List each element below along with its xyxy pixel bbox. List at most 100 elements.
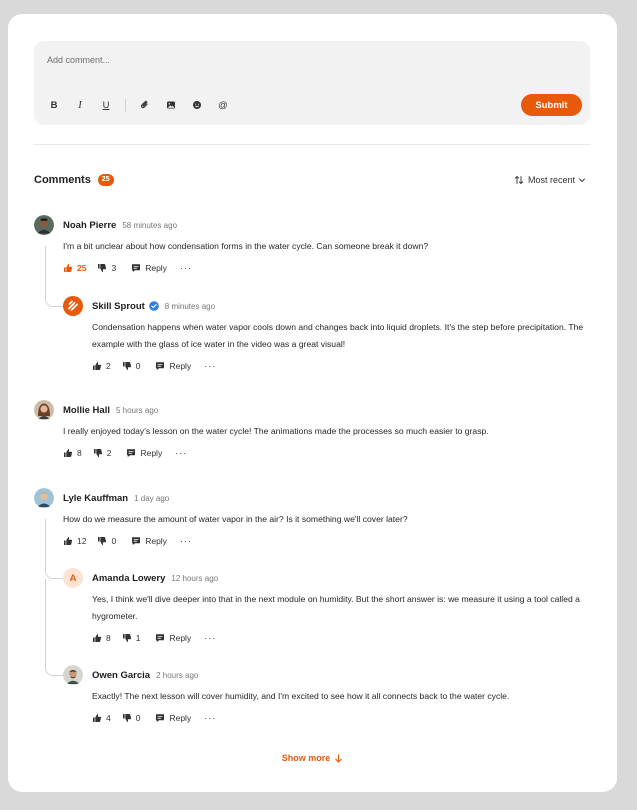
thumbs-up-icon <box>93 362 102 370</box>
dislike-count: 0 <box>111 536 117 546</box>
image-icon[interactable] <box>164 98 178 112</box>
timestamp: 12 hours ago <box>171 573 219 583</box>
arrow-down-icon <box>335 753 342 763</box>
comment-actions: 8 1 Reply ··· <box>92 632 593 644</box>
reply-button[interactable]: Reply <box>155 713 191 723</box>
comments-title: Comments <box>34 174 91 186</box>
timestamp: 5 hours ago <box>115 405 159 415</box>
comment-text: Exactly! The next lesson will cover humi… <box>92 691 510 701</box>
more-options-button[interactable]: ··· <box>204 713 216 723</box>
avatar <box>63 665 83 685</box>
emoji-icon[interactable] <box>190 98 204 112</box>
reply-label: Reply <box>145 263 167 273</box>
comment-icon <box>132 264 141 272</box>
dislike-count: 2 <box>106 448 112 458</box>
chevron-down-icon <box>579 178 585 183</box>
more-options-button[interactable]: ··· <box>204 361 216 371</box>
reply-button[interactable]: Reply <box>131 536 167 546</box>
thumbs-down-icon <box>122 714 131 722</box>
comment-icon <box>127 449 136 457</box>
reply-label: Reply <box>140 448 163 458</box>
reply-button[interactable]: Reply <box>155 633 191 643</box>
comment-actions: 25 3 Reply ··· <box>63 262 590 274</box>
comment-icon <box>156 714 165 722</box>
comment-icon <box>132 537 141 545</box>
more-options-button[interactable]: ··· <box>180 263 192 273</box>
avatar <box>34 488 54 508</box>
comments-header: Comments 25 <box>34 174 114 186</box>
like-button[interactable]: 4 <box>92 713 111 723</box>
sort-dropdown[interactable]: Most recent <box>514 175 590 185</box>
mention-icon[interactable]: @ <box>216 98 230 112</box>
comment-actions: 12 0 Reply ··· <box>63 535 590 547</box>
bold-icon[interactable]: B <box>47 98 61 112</box>
thumbs-down-icon <box>93 449 102 457</box>
reply-item: Skill Sprout 8 minutes ago Condensation … <box>63 296 593 372</box>
verified-badge-icon <box>148 301 159 311</box>
show-more-button[interactable]: Show more <box>8 753 617 763</box>
like-button[interactable]: 8 <box>63 448 82 458</box>
reply-label: Reply <box>169 713 192 723</box>
author-name[interactable]: Skill Sprout <box>92 301 145 312</box>
thumbs-up-icon <box>93 714 102 722</box>
dislike-count: 0 <box>135 713 141 723</box>
italic-icon[interactable]: I <box>73 98 87 112</box>
more-options-button[interactable]: ··· <box>180 536 192 546</box>
timestamp: 1 day ago <box>134 493 170 503</box>
comment-item: Noah Pierre 58 minutes ago I'm a bit unc… <box>34 215 590 274</box>
comment-item: Lyle Kauffman 1 day ago How do we measur… <box>34 488 590 547</box>
more-options-button[interactable]: ··· <box>204 633 216 643</box>
sort-label: Most recent <box>527 175 575 185</box>
author-name[interactable]: Noah Pierre <box>63 220 116 231</box>
timestamp: 8 minutes ago <box>164 301 216 311</box>
reply-button[interactable]: Reply <box>131 263 167 273</box>
comment-text: I'm a bit unclear about how condensation… <box>63 241 429 251</box>
dislike-button[interactable]: 0 <box>122 713 141 723</box>
comments-card: B I U @ Submit Comments 25 Most recent <box>8 14 617 792</box>
dislike-button[interactable]: 3 <box>97 263 116 273</box>
like-count: 2 <box>106 361 111 371</box>
comment-actions: 8 2 Reply ··· <box>63 447 590 459</box>
timestamp: 58 minutes ago <box>122 220 178 230</box>
formatting-toolbar: B I U @ <box>47 98 242 112</box>
dislike-button[interactable]: 2 <box>93 448 112 458</box>
avatar <box>63 296 83 316</box>
avatar-initial: A <box>69 572 77 584</box>
thumbs-down-icon <box>98 537 107 545</box>
timestamp: 2 hours ago <box>156 670 199 680</box>
submit-button[interactable]: Submit <box>521 94 582 116</box>
thumbs-up-icon <box>64 537 73 545</box>
author-name[interactable]: Mollie Hall <box>63 405 110 416</box>
comment-text: I really enjoyed today's lesson on the w… <box>63 426 489 436</box>
comment-icon <box>156 362 165 370</box>
more-options-button[interactable]: ··· <box>175 448 187 458</box>
underline-icon[interactable]: U <box>99 98 113 112</box>
reply-label: Reply <box>169 633 192 643</box>
reply-button[interactable]: Reply <box>126 448 162 458</box>
reply-item: A Amanda Lowery 12 hours ago Yes, I thin… <box>63 568 593 644</box>
dislike-button[interactable]: 0 <box>97 536 116 546</box>
author-name[interactable]: Owen Garcia <box>92 670 150 681</box>
comment-input[interactable] <box>47 55 447 65</box>
like-button[interactable]: 25 <box>63 263 86 273</box>
like-button[interactable]: 12 <box>63 536 86 546</box>
like-button[interactable]: 8 <box>92 633 111 643</box>
comment-actions: 4 0 Reply ··· <box>92 712 593 724</box>
attachment-icon[interactable] <box>138 98 152 112</box>
reply-label: Reply <box>145 536 167 546</box>
avatar <box>34 400 54 420</box>
dislike-button[interactable]: 1 <box>122 633 140 643</box>
comment-text: Condensation happens when water vapor co… <box>92 322 584 349</box>
dislike-button[interactable]: 0 <box>122 361 140 371</box>
author-name[interactable]: Amanda Lowery <box>92 573 165 584</box>
thumbs-up-icon <box>64 449 73 457</box>
author-name[interactable]: Lyle Kauffman <box>63 493 128 504</box>
like-button[interactable]: 2 <box>92 361 111 371</box>
thumbs-down-icon <box>122 634 131 642</box>
thumbs-up-icon <box>64 264 73 272</box>
sort-arrows-icon <box>514 176 524 184</box>
like-count: 12 <box>77 536 87 546</box>
reply-button[interactable]: Reply <box>155 361 191 371</box>
like-count: 4 <box>106 713 111 723</box>
comment-text: Yes, I think we'll dive deeper into that… <box>92 594 580 621</box>
